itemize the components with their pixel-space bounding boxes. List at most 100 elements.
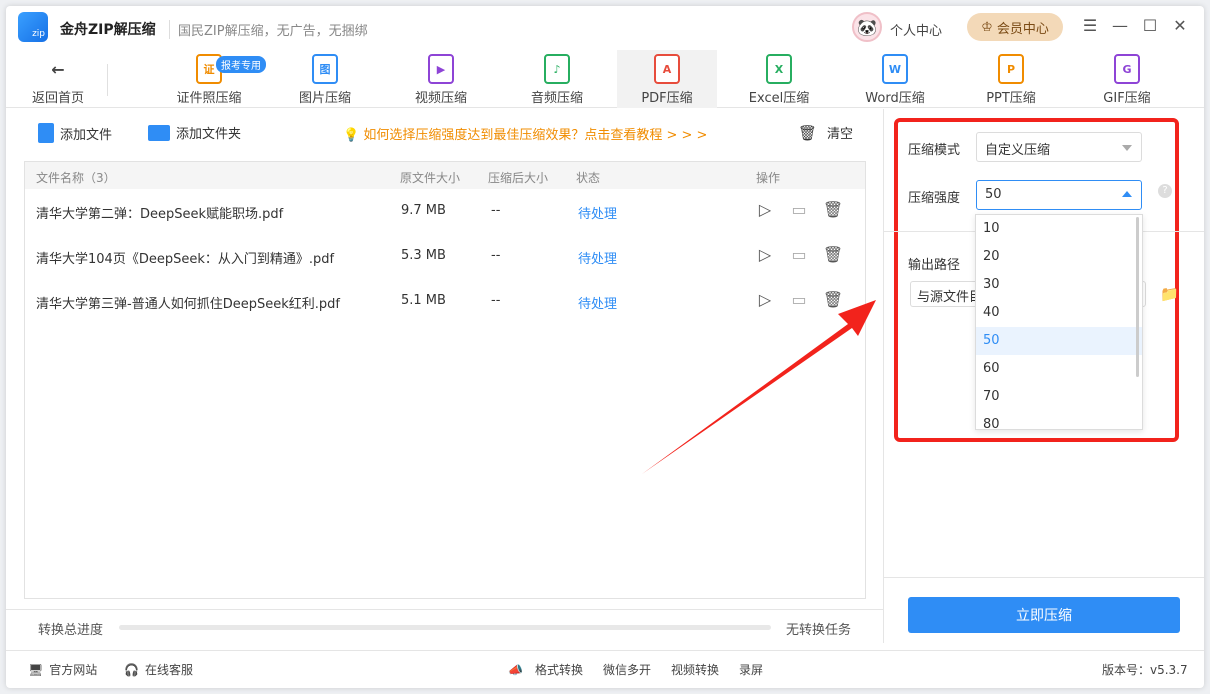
app-slogan: 国民ZIP解压缩，无广告，无捆绑 [169,20,368,39]
action-bar: 添加文件 添加文件夹 💡 如何选择压缩强度达到最佳压缩效果？点击查看教程 > >… [6,109,883,157]
tool-label: 证件照压缩 [176,91,242,106]
strength-option[interactable]: 60 [976,355,1142,383]
tool-icon: ♪ [544,54,570,84]
link-format-convert[interactable]: 格式转换 [535,661,583,678]
service-label: 在线客服 [144,663,193,677]
tutorial-tip-text: 如何选择压缩强度达到最佳压缩效果？点击查看教程 > > > [363,128,708,143]
cell-new-size: -- [491,203,501,218]
exam-badge: 报考专用 [216,56,266,73]
strength-options: 10 20 30 40 50 60 70 80 [976,215,1142,429]
mode-label: 压缩模式 [908,143,961,158]
user-center-link[interactable]: 个人中心 [890,20,942,39]
tool-8[interactable]: G GIF压缩 [1082,50,1172,108]
progress-label: 转换总进度 [38,623,104,638]
cell-status[interactable]: 待处理 [578,248,617,267]
website-label: 官方网站 [49,663,98,677]
cell-name: 清华大学104页《DeepSeek：从入门到精通》.pdf [36,252,335,267]
service-link[interactable]: 🎧 在线客服 [124,661,193,678]
link-video-convert[interactable]: 视频转换 [671,661,719,678]
add-file-button[interactable]: 添加文件 [38,123,112,143]
folder-open-icon[interactable]: ▭ [789,244,809,264]
link-wechat-multi[interactable]: 微信多开 [603,661,651,678]
compress-now-button[interactable]: 立即压缩 [908,597,1180,633]
tutorial-tip-link[interactable]: 💡 如何选择压缩强度达到最佳压缩效果？点击查看教程 > > > [343,124,707,143]
folder-open-icon[interactable]: ▭ [789,289,809,309]
add-folder-button[interactable]: 添加文件夹 [148,123,241,142]
folder-open-icon[interactable]: ▭ [789,199,809,219]
table-row[interactable]: 清华大学第三弹-普通人如何抓住DeepSeek红利.pdf 5.1 MB -- 待处理… [25,279,865,324]
tool-4[interactable]: A PDF压缩 [617,50,717,108]
cell-orig-size: 5.1 MB [401,293,446,308]
strength-option[interactable]: 30 [976,271,1142,299]
strength-label: 压缩强度 [908,191,961,206]
link-screen-record[interactable]: 录屏 [739,661,763,678]
cell-status[interactable]: 待处理 [578,293,617,312]
tool-icon: X [766,54,792,84]
play-icon[interactable]: ▷ [755,199,775,219]
dropdown-scrollbar[interactable] [1136,217,1139,377]
table-header: 文件名称（3） 原文件大小 压缩后大小 状态 操作 [25,162,865,189]
add-file-label: 添加文件 [60,127,113,143]
tool-label: Word压缩 [865,91,925,106]
tool-3[interactable]: ♪ 音频压缩 [512,50,602,108]
delete-icon[interactable]: 🗑 [823,244,843,264]
chevron-down-icon [1122,145,1132,151]
status-bar: 🖥 官方网站 🎧 在线客服 📣 格式转换 微信多开 视频转换 录屏 版本号：v5… [6,650,1204,688]
arrow-left-icon: ← [45,54,71,84]
strength-option[interactable]: 80 [976,411,1142,429]
maximize-icon[interactable]: ☐ [1140,16,1160,35]
delete-icon[interactable]: 🗑 [823,289,843,309]
table-row[interactable]: 清华大学104页《DeepSeek：从入门到精通》.pdf 5.3 MB -- 待处理… [25,234,865,279]
delete-icon[interactable]: 🗑 [823,199,843,219]
play-icon[interactable]: ▷ [755,244,775,264]
cell-status[interactable]: 待处理 [578,203,617,222]
folder-icon[interactable]: 📁 [1160,285,1179,303]
tool-label: PPT压缩 [986,91,1036,106]
tool-label: 音频压缩 [530,91,583,106]
cell-name: 清华大学第二弹：DeepSeek赋能职场.pdf [36,207,284,222]
tool-bar: ← 返回首页 证证件照压缩图图片压缩 ▶ 视频压缩 ♪ 音频压缩 A PDF压缩 X Excel… [6,50,1204,108]
header-ops: 操作 [756,171,781,185]
minimize-icon[interactable]: — [1110,16,1130,35]
add-file-icon [38,123,54,143]
help-icon[interactable]: ? [1158,184,1172,198]
row-ops: ▷ ▭ 🗑 [755,289,843,309]
strength-option[interactable]: 20 [976,243,1142,271]
row-ops: ▷ ▭ 🗑 [755,199,843,219]
tool-icon: G [1114,54,1140,84]
website-link[interactable]: 🖥 官方网站 [28,661,97,678]
progress-row: 转换总进度 无转换任务 [6,609,883,643]
strength-select[interactable]: 50 [976,180,1142,210]
avatar[interactable]: 🐼 [852,12,882,42]
clear-button[interactable]: 🗑 清空 [798,123,854,143]
menu-icon[interactable]: ☰ [1080,16,1100,35]
settings-pane: 压缩模式 自定义压缩 压缩强度 50 ? 输出路径 与源文件目录 📁 10 20 3… [883,109,1204,643]
close-icon[interactable]: ✕ [1170,16,1190,35]
vip-center-button[interactable]: ♔ 会员中心 [967,13,1063,41]
megaphone-icon: 📣 [508,662,523,677]
strength-option[interactable]: 50 [976,327,1142,355]
tool-6[interactable]: W Word压缩 [850,50,940,108]
table-row[interactable]: 清华大学第二弹：DeepSeek赋能职场.pdf 9.7 MB -- 待处理 ▷ ▭ 🗑 [25,189,865,234]
tool-1[interactable]: 图图片压缩 [280,50,370,108]
tool-icon: P [998,54,1024,84]
cell-name: 清华大学第三弹-普通人如何抓住DeepSeek红利.pdf [36,297,340,312]
tool-2[interactable]: ▶ 视频压缩 [396,50,486,108]
play-icon[interactable]: ▷ [755,289,775,309]
strength-value: 50 [985,187,1002,202]
clear-label: 清空 [827,127,854,142]
strength-option[interactable]: 10 [976,215,1142,243]
strength-option[interactable]: 40 [976,299,1142,327]
title-bar: zip 金舟ZIP解压缩 国民ZIP解压缩，无广告，无捆绑 🐼 个人中心 ♔ 会… [6,6,1204,50]
table-body: 清华大学第二弹：DeepSeek赋能职场.pdf 9.7 MB -- 待处理 ▷ ▭ 🗑 清华… [25,189,865,324]
cell-orig-size: 9.7 MB [401,203,446,218]
bottom-divider [884,577,1204,578]
mode-select[interactable]: 自定义压缩 [976,132,1142,162]
tool-5[interactable]: X Excel压缩 [734,50,824,108]
tool-7[interactable]: P PPT压缩 [966,50,1056,108]
tool-icon: ▶ [428,54,454,84]
tool-label: Excel压缩 [748,91,810,106]
strength-option[interactable]: 70 [976,383,1142,411]
lightbulb-icon: 💡 [343,128,360,143]
back-home-button[interactable]: ← 返回首页 [28,50,88,108]
